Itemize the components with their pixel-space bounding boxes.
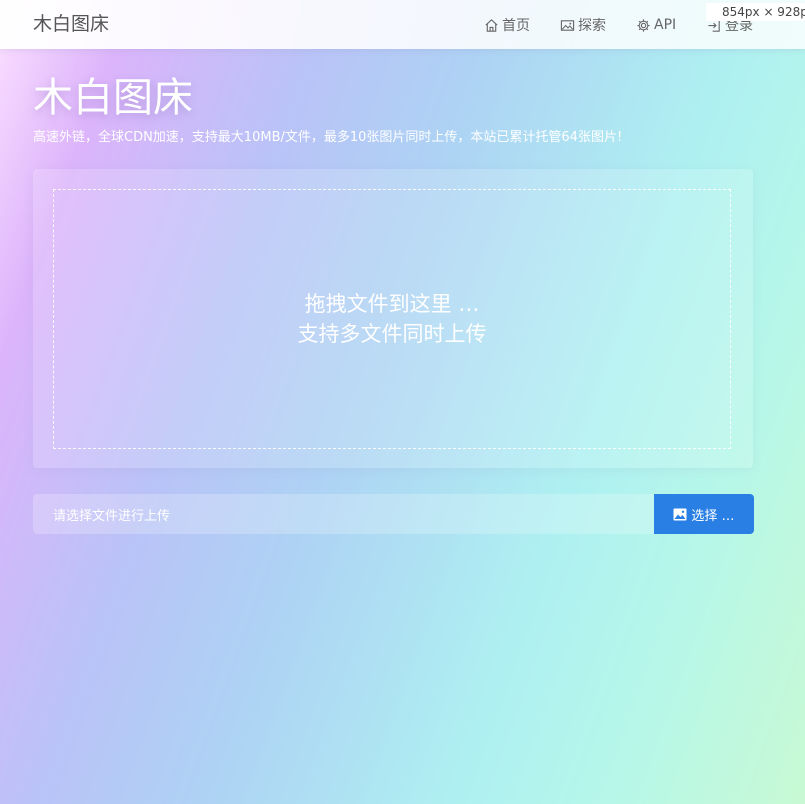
nav-item-api[interactable]: API — [636, 15, 676, 35]
upload-card: 拖拽文件到这里 … 支持多文件同时上传 — [33, 169, 753, 468]
upload-bar: 请选择文件进行上传 选择 … — [33, 494, 754, 534]
nav-item-home[interactable]: 首页 — [484, 15, 530, 35]
nav-item-explore-label: 探索 — [578, 18, 606, 34]
drop-zone-subtitle: 支持多文件同时上传 — [297, 322, 487, 346]
image-icon — [560, 19, 575, 31]
home-icon — [485, 18, 498, 32]
drop-zone-title: 拖拽文件到这里 … — [304, 292, 480, 316]
choose-file-label: 选择 … — [691, 508, 735, 524]
hero-title: 木白图床 — [33, 75, 193, 121]
nav-item-api-label: API — [654, 17, 677, 33]
navbar: 木白图床 首页 探索 API 登录 — [0, 0, 805, 49]
dimension-tooltip: 854px × 928px — [706, 3, 805, 21]
image-icon — [673, 508, 687, 520]
gear-icon — [637, 18, 650, 32]
file-path-input[interactable]: 请选择文件进行上传 — [33, 494, 654, 534]
hero-subtitle: 高速外链，全球CDN加速，支持最大10MB/文件，最多10张图片同时上传，本站已… — [33, 130, 623, 145]
nav-item-home-label: 首页 — [502, 18, 530, 34]
choose-file-button[interactable]: 选择 … — [654, 494, 754, 534]
file-input-placeholder: 请选择文件进行上传 — [53, 508, 171, 524]
file-drop-zone[interactable]: 拖拽文件到这里 … 支持多文件同时上传 — [53, 189, 731, 449]
nav-item-explore[interactable]: 探索 — [560, 15, 606, 35]
brand-logo[interactable]: 木白图床 — [33, 12, 109, 36]
